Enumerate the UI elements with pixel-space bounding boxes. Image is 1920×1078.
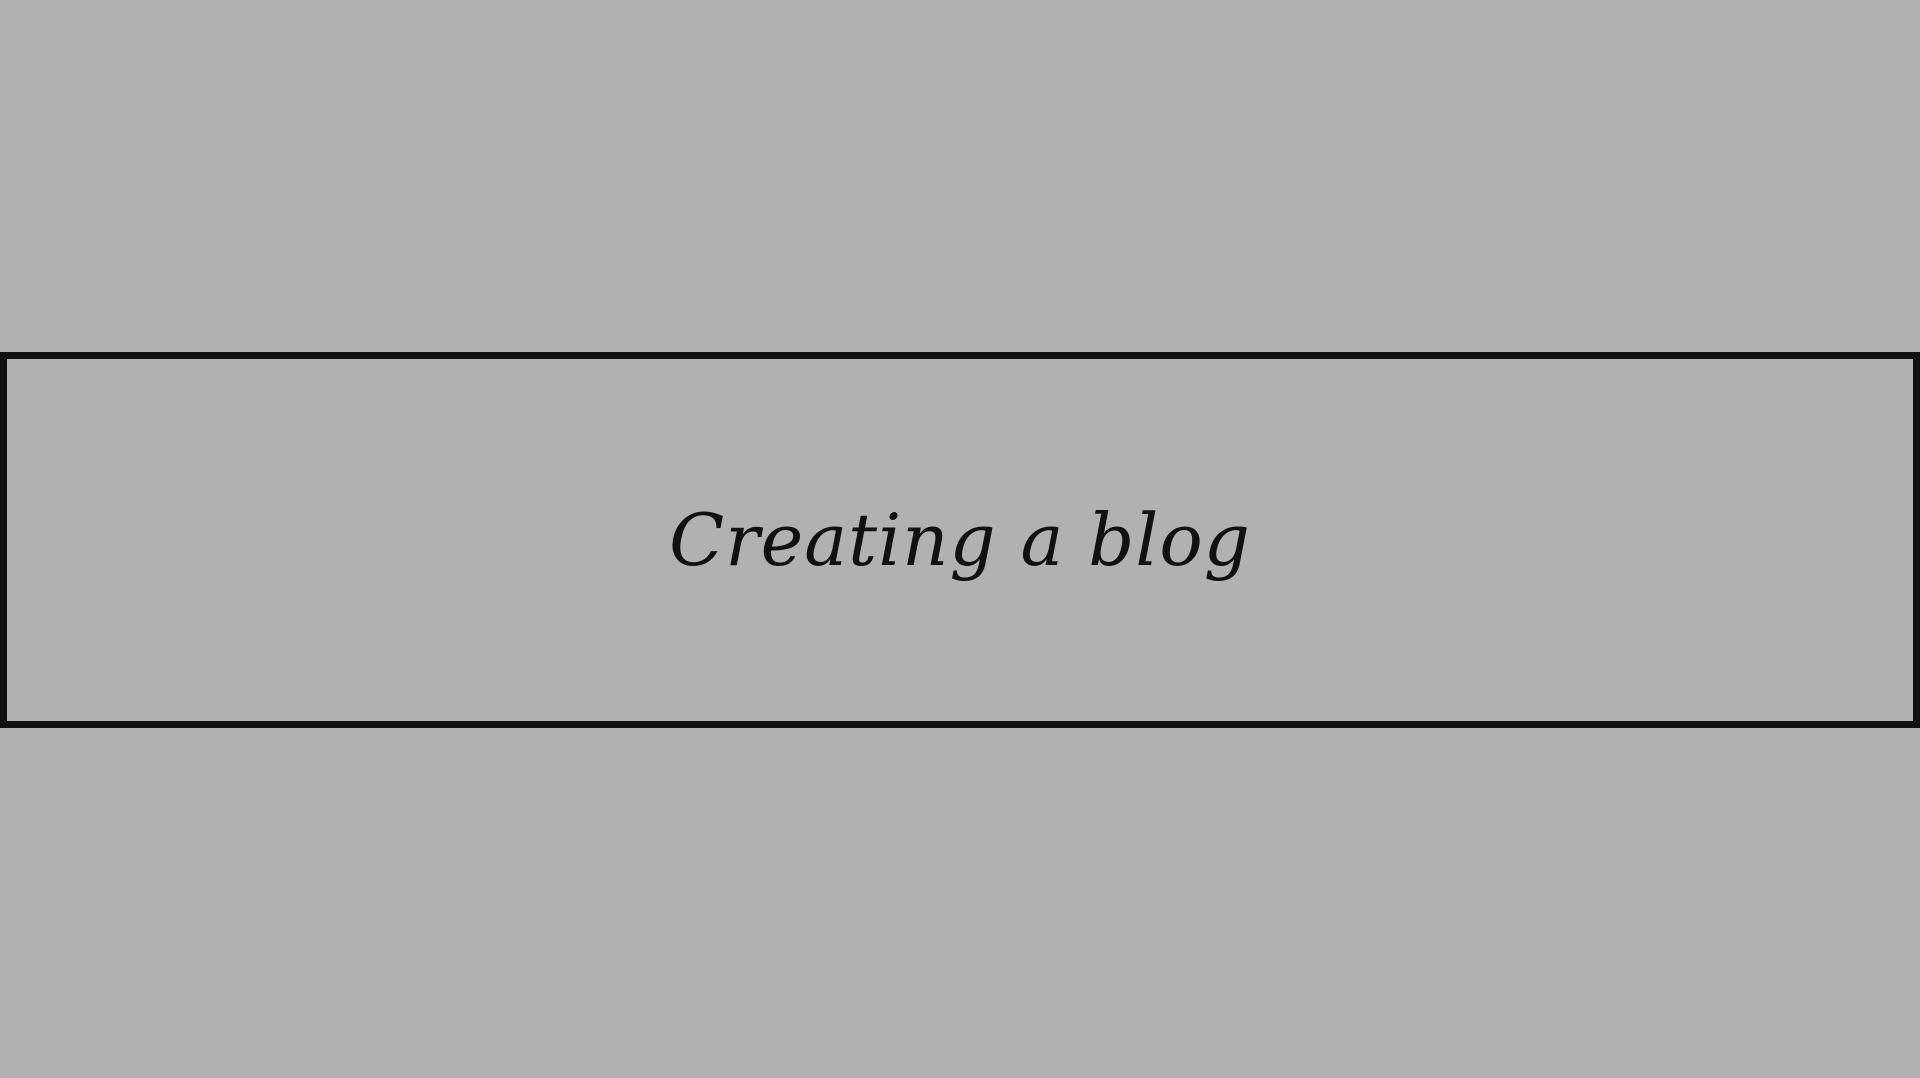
title-banner: Creating a blog [0,352,1920,728]
slide-title: Creating a blog [669,498,1251,582]
slide-canvas: Creating a blog [0,0,1920,1078]
